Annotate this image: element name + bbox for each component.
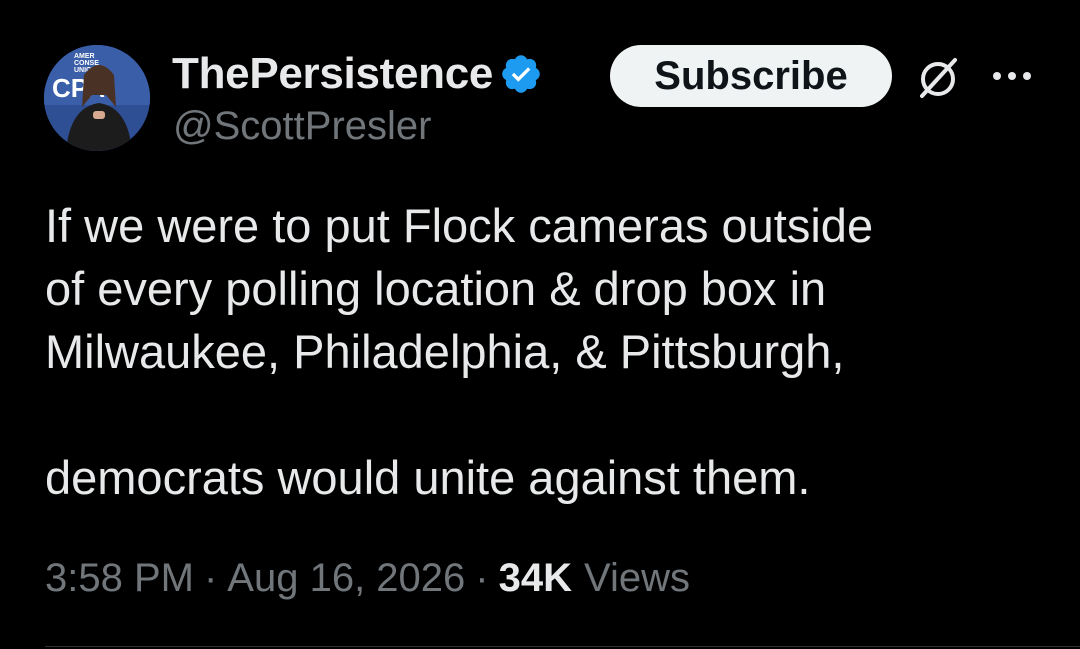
tweet-text-line: Milwaukee, Philadelphia, & Pittsburgh, xyxy=(45,325,845,378)
views-label: Views xyxy=(584,555,690,600)
tweet-text-line: If we were to put Flock cameras outside xyxy=(45,199,874,252)
tweet-text: If we were to put Flock cameras outside … xyxy=(45,194,1055,509)
author-name-row[interactable]: ThePersistence xyxy=(172,46,543,102)
views-count: 34K xyxy=(498,555,573,600)
subscribe-button[interactable]: Subscribe xyxy=(610,45,892,107)
tweet: AMER CONSE UNION CPA ThePersistence @Sco… xyxy=(0,0,1080,649)
avatar[interactable]: AMER CONSE UNION CPA xyxy=(44,45,150,151)
grok-icon[interactable] xyxy=(912,52,964,104)
avatar-banner-text: AMER xyxy=(74,53,95,60)
tweet-text-line: democrats would unite against them. xyxy=(45,451,811,504)
tweet-time[interactable]: 3:58 PM xyxy=(45,556,194,601)
tweet-date[interactable]: Aug 16, 2026 xyxy=(227,556,465,601)
verified-badge-icon xyxy=(499,52,543,96)
more-horizontal-icon[interactable] xyxy=(990,66,1034,86)
author-handle[interactable]: @ScottPresler xyxy=(173,104,431,149)
tweet-meta: 3:58 PM · Aug 16, 2026 · 34K Views xyxy=(45,550,690,606)
display-name[interactable]: ThePersistence xyxy=(172,49,493,99)
divider xyxy=(45,646,1080,647)
meta-separator: · xyxy=(203,555,218,600)
tweet-text-line: of every polling location & drop box in xyxy=(45,262,827,315)
meta-separator: · xyxy=(475,555,489,600)
